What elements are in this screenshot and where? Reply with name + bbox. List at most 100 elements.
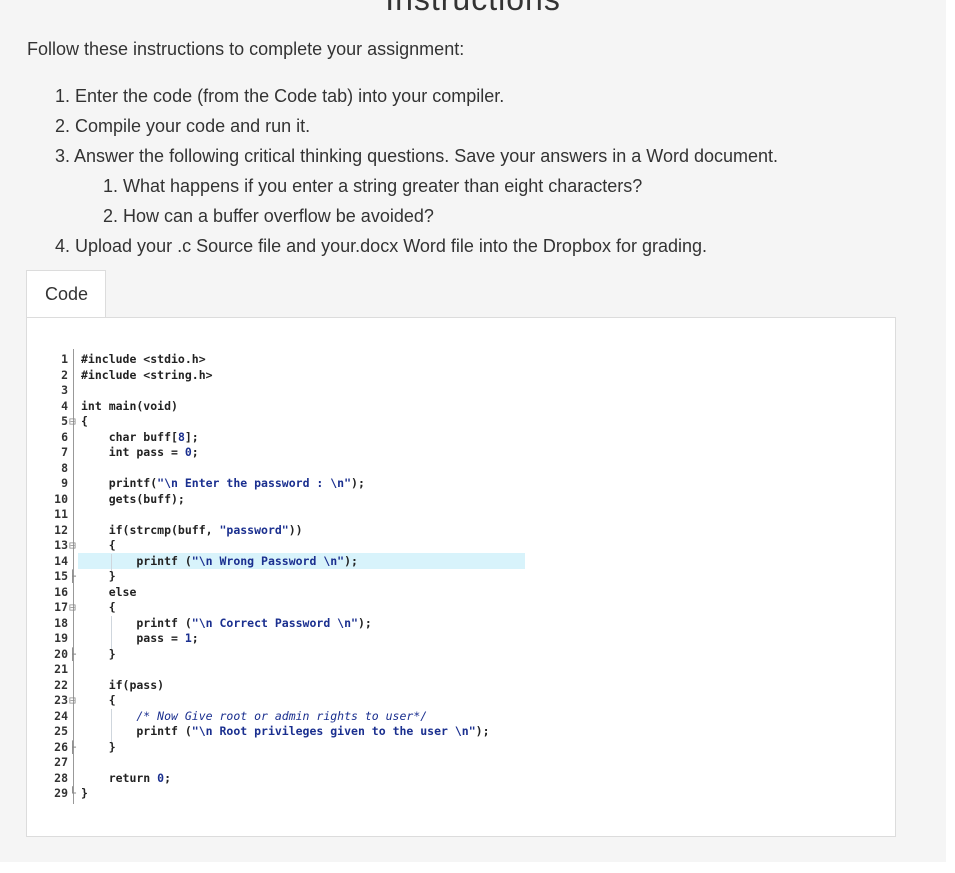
line-number: 3 (61, 383, 68, 397)
code-line: 6 char buff[8]; (48, 430, 528, 446)
code-line: 12 if(strcmp(buff, "password")) (48, 523, 528, 539)
instruction-step-4: 4. Upload your .c Source file and your.d… (55, 236, 708, 256)
line-number: 6 (61, 429, 68, 444)
code-line: 4 int main(void) (48, 399, 528, 415)
line-number: 4 (61, 398, 68, 413)
intro-text: Follow these instructions to complete yo… (27, 39, 465, 59)
line-number: 16 (54, 584, 68, 599)
line-number: 25 (54, 724, 68, 738)
code-text: { (81, 693, 116, 707)
line-number: 9 (61, 476, 68, 490)
code-line: 21 (48, 662, 528, 678)
code-line: 17 ⊟ { (48, 600, 528, 616)
code-line: 15 ├ } (48, 569, 528, 585)
fold-toggle-icon[interactable]: ⊟ (69, 414, 76, 430)
code-line: 16 else (48, 585, 528, 601)
code-text: char buff[8]; (81, 429, 199, 444)
code-line: 2 #include <string.h> (48, 368, 528, 384)
code-text: } (81, 646, 116, 661)
instruction-step-2: 2. Compile your code and run it. (55, 116, 311, 136)
line-number: 10 (54, 491, 68, 506)
code-text: printf ("\n Root privileges given to the… (81, 724, 490, 738)
content-panel: Instructions Follow these instructions t… (0, 0, 946, 862)
code-line: 3 (48, 383, 528, 399)
code-text: { (81, 414, 88, 428)
line-number: 23 (54, 693, 68, 707)
line-number: 28 (54, 770, 68, 785)
line-number: 17 (54, 600, 68, 614)
question-2: 2. How can a buffer overflow be avoided? (103, 206, 434, 226)
code-text: int main(void) (81, 398, 178, 413)
code-text: } (81, 569, 116, 583)
code-line: 23 ⊟ { (48, 693, 528, 709)
code-text: { (81, 538, 116, 552)
code-line: 13 ⊟ { (48, 538, 528, 554)
code-line: 10 gets(buff); (48, 492, 528, 508)
code-text: printf ("\n Wrong Password \n"); (81, 553, 358, 568)
line-number: 21 (54, 662, 68, 676)
line-number: 18 (54, 615, 68, 630)
code-line: 22 if(pass) (48, 678, 528, 694)
code-screenshot: 1 #include <stdio.h> 2 #include <string.h> 3… (48, 349, 528, 804)
line-number: 13 (54, 538, 68, 552)
code-text: { (81, 600, 116, 614)
code-line: 9 printf("\n Enter the password : \n"); (48, 476, 528, 492)
line-number: 24 (54, 708, 68, 723)
line-number: 20 (54, 646, 68, 661)
code-line: 24 /* Now Give root or admin rights to u… (48, 709, 528, 725)
code-line: 28 return 0; (48, 771, 528, 787)
code-line: 5 ⊟ { (48, 414, 528, 430)
line-number: 27 (54, 755, 68, 769)
line-number: 5 (61, 414, 68, 428)
code-line: 27 (48, 755, 528, 771)
code-line: 14 printf ("\n Wrong Password \n"); (48, 554, 528, 570)
instruction-step-1: 1. Enter the code (from the Code tab) in… (55, 86, 505, 106)
line-number: 19 (54, 631, 68, 645)
instruction-step-3: 3. Answer the following critical thinkin… (55, 146, 779, 166)
fold-end-icon: ├ (69, 646, 76, 661)
code-line: 29 └} (48, 786, 528, 802)
tab-code[interactable]: Code (26, 270, 106, 318)
fold-toggle-icon[interactable]: ⊟ (69, 538, 76, 554)
code-text: /* Now Give root or admin rights to user… (81, 708, 428, 723)
line-number: 2 (61, 367, 68, 382)
line-number: 1 (61, 352, 68, 366)
code-line: 25 printf ("\n Root privileges given to … (48, 724, 528, 740)
fold-end-icon: ├ (69, 739, 76, 754)
code-line: 18 printf ("\n Correct Password \n"); (48, 616, 528, 632)
instruction-list: 1. Enter the code (from the Code tab) in… (55, 84, 778, 264)
code-text: if(strcmp(buff, "password")) (81, 522, 303, 537)
code-text: if(pass) (81, 677, 165, 692)
line-number: 26 (54, 739, 68, 754)
code-text: pass = 1; (81, 631, 199, 645)
code-text: gets(buff); (81, 491, 185, 506)
code-text: #include <string.h> (81, 367, 213, 382)
code-line: 1 #include <stdio.h> (48, 352, 528, 368)
line-number: 11 (54, 507, 68, 521)
code-line: 11 (48, 507, 528, 523)
code-text: } (81, 786, 88, 800)
question-1: 1. What happens if you enter a string gr… (103, 176, 643, 196)
code-line: 26 ├ } (48, 740, 528, 756)
line-number: 22 (54, 677, 68, 692)
fold-end-icon: ├ (69, 569, 76, 583)
code-line: 20 ├ } (48, 647, 528, 663)
code-line: 7 int pass = 0; (48, 445, 528, 461)
fold-end-icon: └ (69, 786, 76, 800)
line-number: 29 (54, 786, 68, 800)
line-number: 12 (54, 522, 68, 537)
line-number: 15 (54, 569, 68, 583)
code-text: printf("\n Enter the password : \n"); (81, 476, 365, 490)
code-line: 8 (48, 461, 528, 477)
fold-toggle-icon[interactable]: ⊟ (69, 693, 76, 709)
line-number: 14 (54, 553, 68, 568)
code-text: else (81, 584, 137, 599)
line-number: 8 (61, 460, 68, 475)
line-number: 7 (61, 445, 68, 459)
code-text: return 0; (81, 770, 172, 785)
code-text: int pass = 0; (81, 445, 199, 459)
code-line: 19 pass = 1; (48, 631, 528, 647)
code-text: } (81, 739, 116, 754)
fold-toggle-icon[interactable]: ⊟ (69, 600, 76, 616)
code-text: printf ("\n Correct Password \n"); (81, 615, 372, 630)
